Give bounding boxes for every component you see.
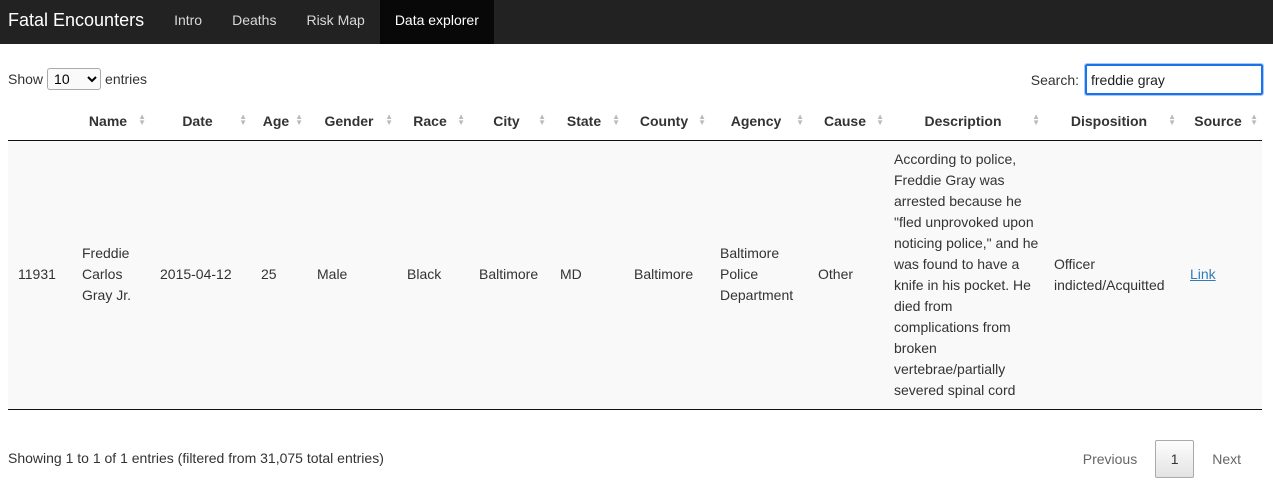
cell-date: 2015-04-12: [150, 140, 251, 410]
sort-icon: ▲ ▼: [457, 112, 465, 127]
column-header-cause[interactable]: Cause ▲ ▼: [808, 102, 888, 141]
column-header-date[interactable]: Date ▲ ▼: [150, 102, 251, 141]
column-header-race[interactable]: Race ▲ ▼: [397, 102, 469, 141]
navbar: Fatal Encounters Intro Deaths Risk Map D…: [0, 0, 1273, 44]
next-page-button[interactable]: Next: [1198, 440, 1255, 478]
cell-gender: Male: [307, 140, 397, 410]
cell-source: Link: [1180, 140, 1262, 410]
search-control: Search:: [1030, 63, 1264, 96]
length-control: Show 10 entries: [8, 68, 147, 90]
column-header-disposition[interactable]: Disposition ▲ ▼: [1044, 102, 1180, 141]
sort-icon: ▲ ▼: [538, 112, 546, 127]
sort-icon: ▲ ▼: [796, 112, 804, 127]
cell-name: Freddie Carlos Gray Jr.: [72, 140, 150, 410]
table-header-row: Name ▲ ▼ Date ▲ ▼ Age ▲ ▼ Gender ▲ ▼ Race ▲ ▼ City…: [8, 102, 1262, 141]
cell-state: MD: [550, 140, 624, 410]
column-header-description[interactable]: Description ▲ ▼: [888, 102, 1044, 141]
search-input[interactable]: [1084, 63, 1264, 96]
sort-icon: ▲ ▼: [876, 112, 884, 127]
column-header-state[interactable]: State ▲ ▼: [550, 102, 624, 141]
length-prefix-label: Show: [8, 71, 44, 87]
nav-tab-risk-map[interactable]: Risk Map: [291, 0, 379, 44]
cell-county: Baltimore: [624, 140, 710, 410]
nav-tab-intro[interactable]: Intro: [159, 0, 217, 44]
cell-disposition: Officer indicted/Acquitted: [1044, 140, 1180, 410]
data-table: Name ▲ ▼ Date ▲ ▼ Age ▲ ▼ Gender ▲ ▼ Race ▲ ▼ City…: [8, 102, 1262, 410]
length-suffix-label: entries: [105, 71, 148, 87]
nav-tab-deaths[interactable]: Deaths: [217, 0, 291, 44]
column-header-city[interactable]: City ▲ ▼: [469, 102, 550, 141]
sort-icon: ▲ ▼: [295, 112, 303, 127]
table-row: 11931 Freddie Carlos Gray Jr. 2015-04-12…: [8, 140, 1262, 410]
entries-per-page-select[interactable]: 10: [47, 68, 102, 90]
pagination: Previous 1 Next: [1069, 440, 1255, 478]
column-header-county[interactable]: County ▲ ▼: [624, 102, 710, 141]
search-label: Search:: [1030, 71, 1079, 88]
cell-description: According to police, Freddie Gray was ar…: [888, 140, 1044, 410]
column-header-source[interactable]: Source ▲ ▼: [1180, 102, 1262, 141]
sort-icon: ▲ ▼: [239, 112, 247, 127]
sort-icon: ▲ ▼: [1250, 112, 1258, 127]
sort-icon: ▲ ▼: [385, 112, 393, 127]
column-header-age[interactable]: Age ▲ ▼: [251, 102, 307, 141]
sort-icon: ▲ ▼: [698, 112, 706, 127]
column-header-gender[interactable]: Gender ▲ ▼: [307, 102, 397, 141]
previous-page-button[interactable]: Previous: [1069, 440, 1151, 478]
sort-icon: ▲ ▼: [1168, 112, 1176, 127]
table-controls: Show 10 entries Search:: [8, 63, 1264, 96]
brand-title[interactable]: Fatal Encounters: [0, 0, 159, 44]
sort-icon: ▲ ▼: [612, 112, 620, 127]
column-header-name[interactable]: Name ▲ ▼: [72, 102, 150, 141]
nav-tab-data-explorer[interactable]: Data explorer: [379, 0, 494, 44]
sort-icon: ▲ ▼: [1032, 112, 1040, 127]
cell-agency: Baltimore Police Department: [710, 140, 808, 410]
cell-race: Black: [397, 140, 469, 410]
cell-city: Baltimore: [469, 140, 550, 410]
cell-cause: Other: [808, 140, 888, 410]
column-header-id[interactable]: [8, 102, 72, 141]
column-header-agency[interactable]: Agency ▲ ▼: [710, 102, 808, 141]
sort-icon: ▲ ▼: [138, 112, 146, 127]
cell-id: 11931: [8, 140, 72, 410]
cell-age: 25: [251, 140, 307, 410]
source-link[interactable]: Link: [1190, 266, 1216, 282]
current-page-button[interactable]: 1: [1155, 440, 1195, 478]
table-info-text: Showing 1 to 1 of 1 entries (filtered fr…: [8, 450, 384, 466]
